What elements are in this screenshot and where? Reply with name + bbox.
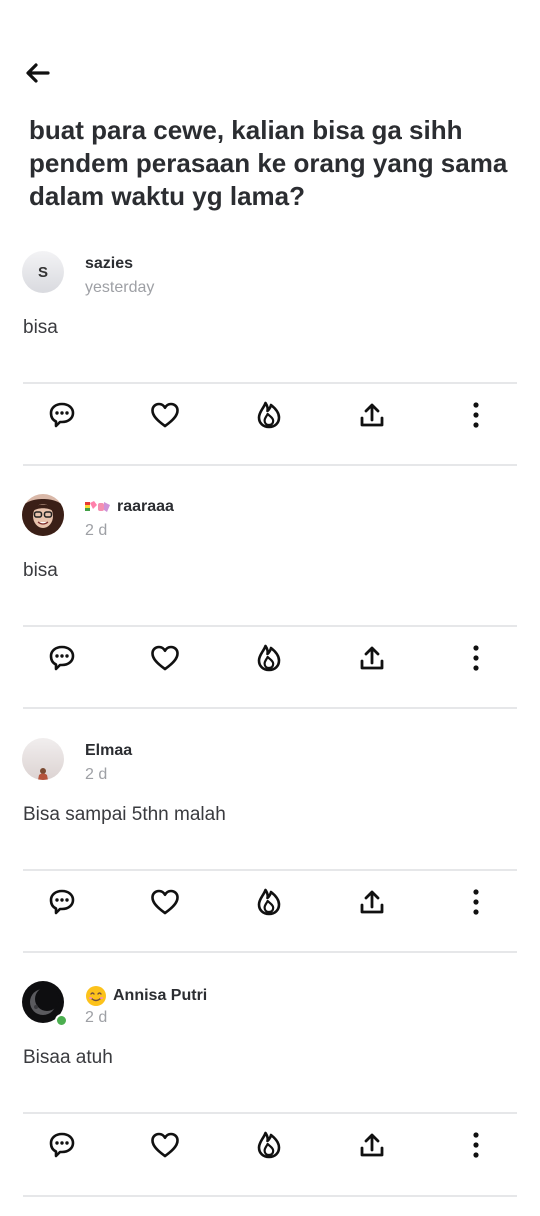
comment-item: raaraaa 2 d bisa — [0, 486, 540, 729]
comment-text: Bisa sampai 5thn malah — [23, 804, 226, 825]
fire-button[interactable] — [254, 400, 284, 430]
share-button[interactable] — [357, 400, 387, 430]
speech-bubble-icon — [49, 889, 75, 915]
avatar-letter: S — [37, 263, 48, 281]
username[interactable]: Annisa Putri — [113, 987, 207, 1005]
avatar[interactable] — [22, 494, 64, 536]
share-upload-icon — [360, 403, 384, 427]
divider — [23, 1112, 517, 1114]
more-vertical-icon — [473, 645, 479, 671]
like-button[interactable] — [150, 1130, 180, 1160]
timestamp: 2 d — [85, 522, 108, 539]
action-bar — [0, 629, 540, 685]
comment-text: bisa — [23, 560, 58, 581]
share-button[interactable] — [357, 643, 387, 673]
more-vertical-icon — [473, 889, 479, 915]
share-button[interactable] — [357, 887, 387, 917]
divider — [23, 464, 517, 466]
reply-button[interactable] — [47, 643, 77, 673]
comment-item: S sazies yesterday bisa — [0, 243, 540, 486]
avatar-photo — [22, 738, 64, 780]
timestamp: 2 d — [85, 766, 108, 783]
divider — [23, 625, 517, 627]
username[interactable]: Elmaa — [85, 742, 132, 760]
comment-item: Elmaa 2 d Bisa sampai 5thn malah — [0, 730, 540, 973]
flame-icon — [257, 1131, 281, 1159]
heart-icon — [151, 1132, 179, 1158]
action-bar — [0, 1116, 540, 1172]
divider — [23, 707, 517, 709]
more-button[interactable] — [461, 887, 491, 917]
reply-button[interactable] — [47, 887, 77, 917]
like-button[interactable] — [150, 887, 180, 917]
more-button[interactable] — [461, 1130, 491, 1160]
speech-bubble-icon — [49, 645, 75, 671]
avatar-photo — [22, 494, 64, 536]
user-row: raaraaa — [85, 498, 174, 516]
divider — [23, 382, 517, 384]
arrow-left-icon — [26, 63, 50, 83]
heart-icon — [151, 889, 179, 915]
user-row: Annisa Putri — [85, 985, 207, 1007]
share-upload-icon — [360, 890, 384, 914]
online-status-dot — [55, 1014, 68, 1027]
back-button[interactable] — [24, 58, 56, 88]
divider — [23, 1195, 517, 1197]
user-row: sazies — [85, 255, 133, 273]
reply-button[interactable] — [47, 400, 77, 430]
avatar[interactable] — [22, 738, 64, 780]
comment-item: Annisa Putri 2 d Bisaa atuh — [0, 973, 540, 1216]
comment-text: bisa — [23, 317, 58, 338]
like-button[interactable] — [150, 400, 180, 430]
fire-button[interactable] — [254, 887, 284, 917]
divider — [23, 869, 517, 871]
share-upload-icon — [360, 1133, 384, 1157]
heart-icon — [151, 645, 179, 671]
more-button[interactable] — [461, 643, 491, 673]
share-button[interactable] — [357, 1130, 387, 1160]
timestamp: yesterday — [85, 279, 155, 296]
smiley-emoji-icon — [85, 985, 107, 1007]
speech-bubble-icon — [49, 1132, 75, 1158]
reply-button[interactable] — [47, 1130, 77, 1160]
timestamp: 2 d — [85, 1009, 108, 1026]
fire-button[interactable] — [254, 1130, 284, 1160]
flame-icon — [257, 888, 281, 916]
action-bar — [0, 873, 540, 929]
avatar[interactable]: S — [22, 251, 64, 293]
comment-text: Bisaa atuh — [23, 1047, 113, 1068]
action-bar — [0, 386, 540, 442]
more-button[interactable] — [461, 400, 491, 430]
divider — [23, 951, 517, 953]
like-button[interactable] — [150, 643, 180, 673]
post-title: buat para cewe, kalian bisa ga sihh pend… — [29, 115, 508, 211]
username[interactable]: raaraaa — [117, 498, 174, 516]
more-vertical-icon — [473, 1132, 479, 1158]
speech-bubble-icon — [49, 402, 75, 428]
heart-icon — [151, 402, 179, 428]
rainbow-badge-icon — [85, 500, 111, 514]
flame-icon — [257, 644, 281, 672]
more-vertical-icon — [473, 402, 479, 428]
flame-icon — [257, 401, 281, 429]
fire-button[interactable] — [254, 643, 284, 673]
share-upload-icon — [360, 646, 384, 670]
user-row: Elmaa — [85, 742, 132, 760]
username[interactable]: sazies — [85, 255, 133, 273]
